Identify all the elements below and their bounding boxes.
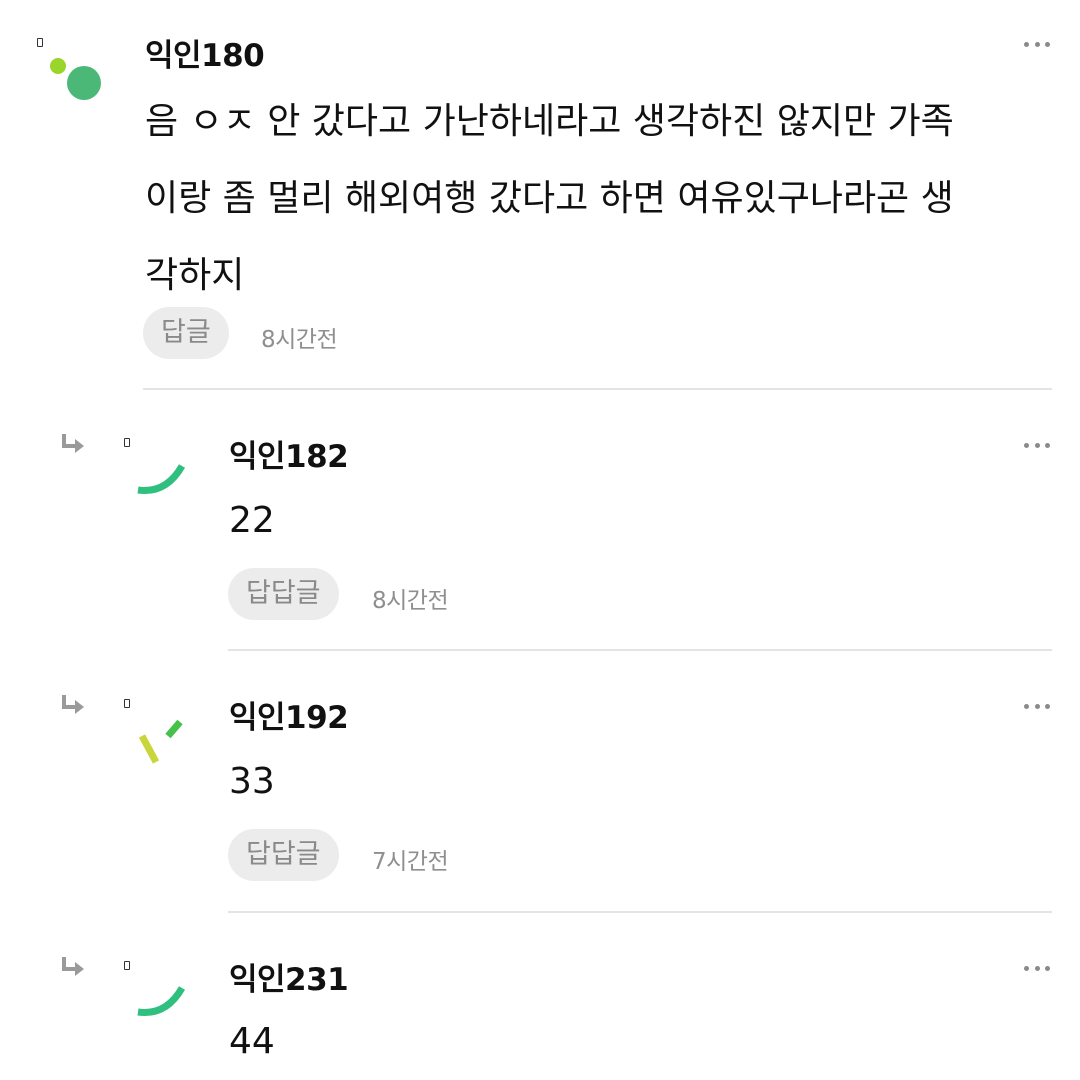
comment-timestamp: 8시간전 xyxy=(261,327,338,353)
comment-author[interactable]: 익인180 xyxy=(145,30,265,75)
reply-button[interactable]: 답답글 xyxy=(228,829,339,881)
comment-body: 음 ㅇㅈ 안 갔다고 가난하네라고 생각하진 않지만 가족 이랑 좀 멀리 해외… xyxy=(145,83,954,314)
comment-timestamp: 8시간전 xyxy=(372,588,449,614)
more-options-icon[interactable] xyxy=(1024,702,1050,710)
green-arc-avatar-icon xyxy=(137,986,186,1016)
divider xyxy=(228,911,1052,913)
comment-body: 33 xyxy=(229,761,275,802)
divider xyxy=(143,388,1052,390)
more-options-icon[interactable] xyxy=(1024,964,1050,972)
reply-arrow-icon xyxy=(62,695,84,714)
comment-author[interactable]: 익인182 xyxy=(229,431,349,476)
comment-body-line: 각하지 xyxy=(145,255,245,296)
more-options-icon[interactable] xyxy=(1024,40,1050,48)
user-badge-icon xyxy=(37,38,43,47)
comment-author[interactable]: 익인231 xyxy=(229,954,349,999)
more-options-icon[interactable] xyxy=(1024,441,1050,449)
green-arc-avatar-icon xyxy=(137,464,186,494)
reply-arrow-icon xyxy=(62,957,84,976)
green-dots-avatar-icon xyxy=(50,58,101,100)
reply-arrow-icon xyxy=(62,434,84,453)
user-badge-icon xyxy=(124,961,130,970)
green-dashes-avatar-icon xyxy=(138,719,183,764)
user-badge-icon xyxy=(124,438,130,447)
comment-author[interactable]: 익인192 xyxy=(229,692,349,737)
divider xyxy=(228,649,1052,651)
comment-body: 44 xyxy=(229,1021,275,1062)
comment-body: 22 xyxy=(229,500,275,541)
comment-body-line: 음 ㅇㅈ 안 갔다고 가난하네라고 생각하진 않지만 가족 xyxy=(145,101,954,142)
comment-timestamp: 7시간전 xyxy=(372,849,449,875)
user-badge-icon xyxy=(124,699,130,708)
reply-button[interactable]: 답답글 xyxy=(228,568,339,620)
comment-body-line: 이랑 좀 멀리 해외여행 갔다고 하면 여유있구나라곤 생 xyxy=(145,178,954,219)
reply-button[interactable]: 답글 xyxy=(143,307,229,359)
